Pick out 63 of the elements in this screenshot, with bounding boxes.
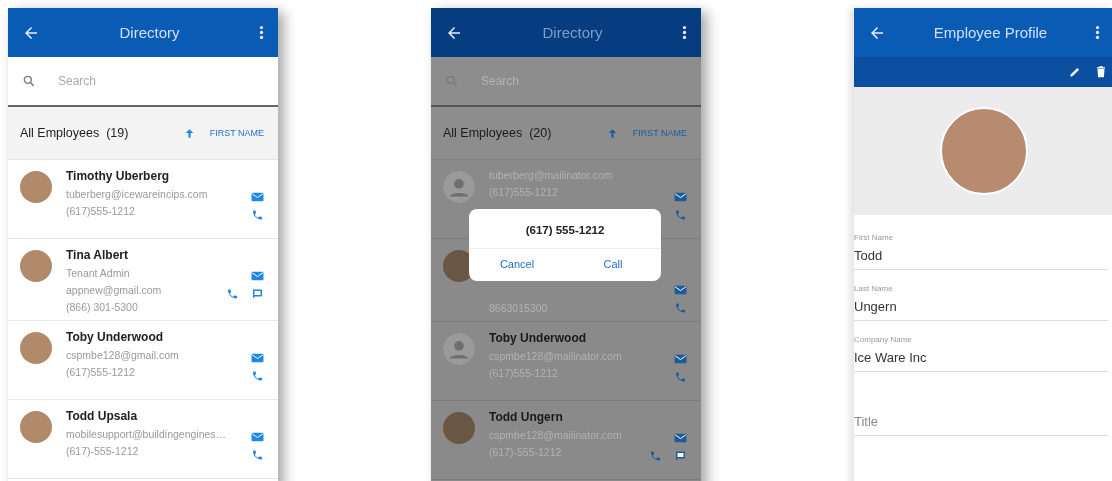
chat-icon[interactable] [674,450,687,462]
phone-icon[interactable] [674,302,687,314]
input-field[interactable]: Ungern [854,297,1108,321]
phone-icon[interactable] [649,450,662,462]
photo-placeholder [20,332,52,364]
trash-icon[interactable] [1094,65,1108,79]
employee-name[interactable]: Tina Albert [66,248,212,262]
employee-name[interactable]: Todd Ungern [489,410,635,424]
field-label: Last Name [854,284,894,293]
avatar-silhouette-icon [443,333,475,365]
phone-icon[interactable] [251,370,264,382]
search-field[interactable]: Search [58,74,208,88]
employee-phone: (866) 301-5300 [66,301,139,313]
employee-phone: (617)555-1212 [66,366,136,378]
field-label: First Name [854,233,895,242]
email-icon[interactable] [251,431,264,443]
employee-name[interactable]: Toby Underwood [66,330,237,344]
email-icon[interactable] [674,191,687,203]
list-heading: All Employees (20) [443,126,553,140]
employee-email: mobilesupport@buildingengines… [66,428,228,440]
dialog-phone-number: (617) 555-1212 [525,223,605,238]
employee-phone: (617)-555-1212 [66,445,140,457]
phone-icon[interactable] [251,209,264,221]
email-icon[interactable] [251,270,264,282]
employee-role: Tenant Admin [66,267,131,279]
photo-placeholder [443,412,475,444]
phone-icon[interactable] [674,371,687,383]
phone-icon[interactable] [226,288,239,300]
email-icon[interactable] [674,284,687,296]
employee-name[interactable]: Todd Upsala [66,409,237,423]
email-icon[interactable] [251,191,264,203]
field-label: Company Name [854,335,913,344]
more-options-icon[interactable] [682,24,687,41]
email-icon[interactable] [674,432,687,444]
email-icon[interactable] [251,352,264,364]
more-options-icon[interactable] [259,24,264,41]
employee-phone: (617)555-1212 [66,205,136,217]
screen-title: Directory [118,24,181,41]
search-icon [22,74,36,88]
edit-icon[interactable] [1068,65,1082,79]
screen-title: Directory [541,24,604,41]
employee-email: appnew@gmail.com [66,284,163,296]
dialog-button[interactable]: Cancel [469,249,565,281]
photo-placeholder [20,250,52,282]
dialog-button[interactable]: Call [565,249,661,281]
employee-email: tuberberg@icewareincips.com [66,188,209,200]
input-field[interactable]: Title [854,412,1108,436]
screen-title: Employee Profile [932,24,1049,41]
chat-icon[interactable] [251,288,264,300]
photo-placeholder [20,171,52,203]
employee-email: cspmbe128@gmail.com [66,349,180,361]
sort-button[interactable]: FIRST NAME [209,128,264,138]
employee-name[interactable]: Toby Underwood [489,331,660,345]
avatar-silhouette-icon [443,171,475,203]
phone-icon[interactable] [251,449,264,461]
input-field[interactable]: Ice Ware Inc [854,348,1108,372]
input-field[interactable]: Todd [854,246,1108,270]
employee-name[interactable]: Timothy Uberberg [66,169,237,183]
email-icon[interactable] [674,353,687,365]
phone-icon[interactable] [674,209,687,221]
photo-placeholder [20,411,52,443]
more-options-icon[interactable] [1095,24,1100,41]
list-heading: All Employees (19) [20,126,130,140]
